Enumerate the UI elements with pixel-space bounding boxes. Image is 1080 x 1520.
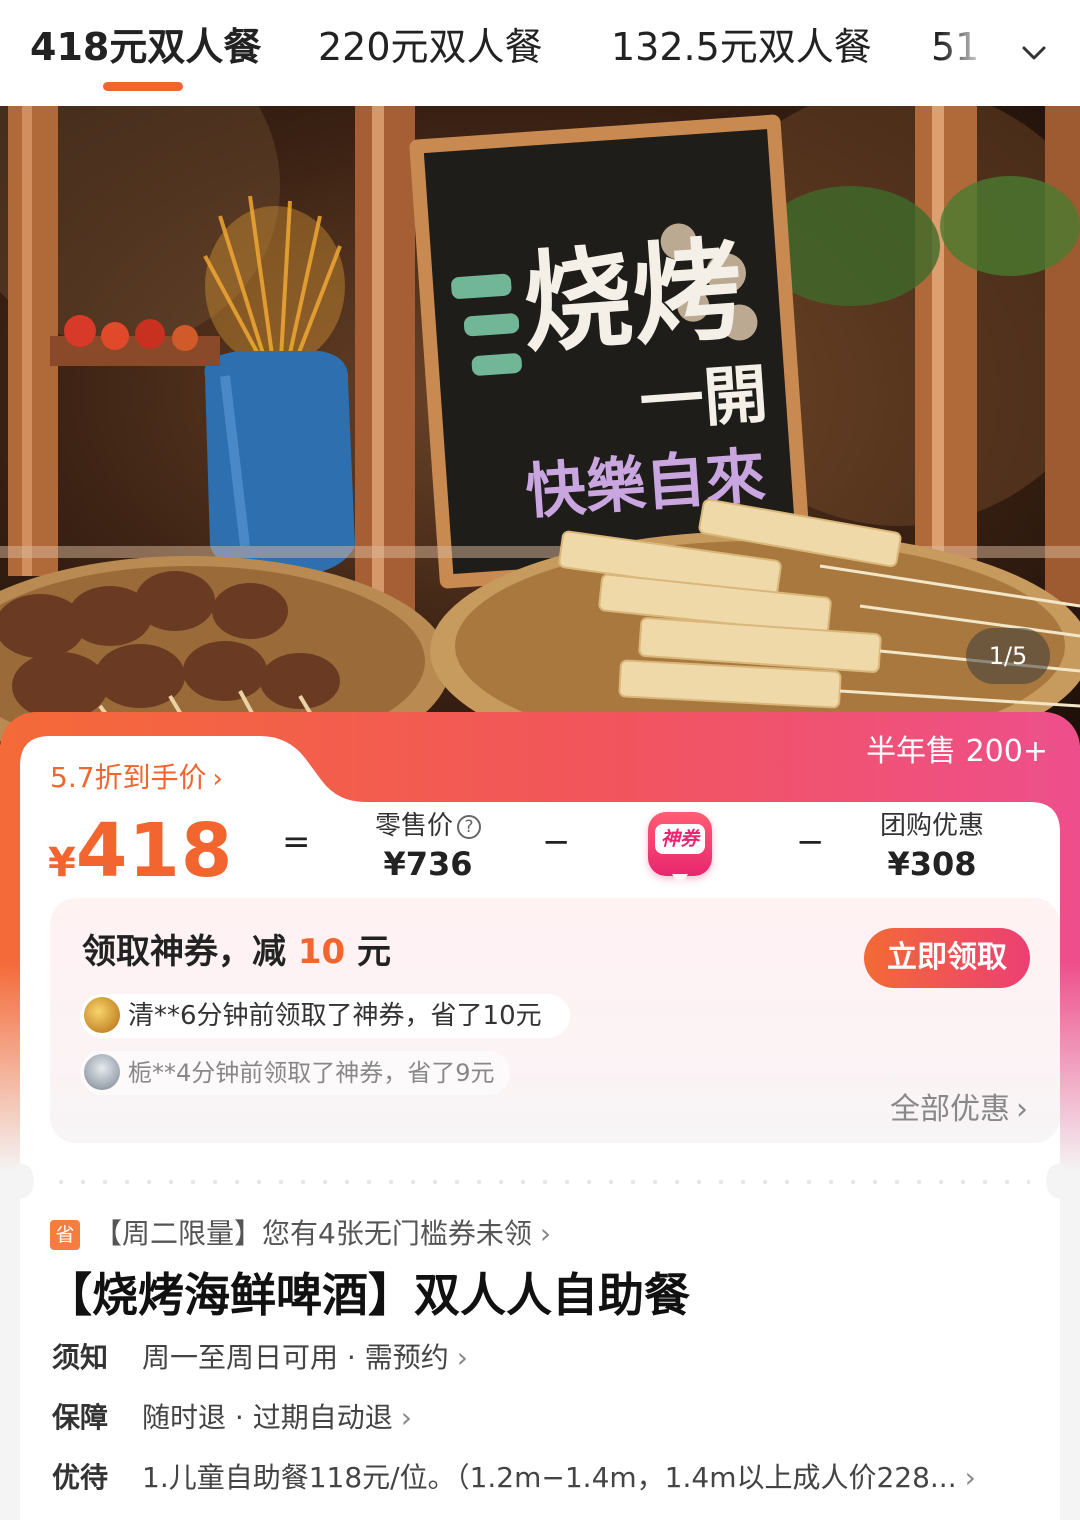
row-key: 优待: [52, 1461, 109, 1494]
dotted-divider: [50, 1180, 1030, 1184]
final-price: ¥418: [48, 808, 233, 894]
row-value: 1.儿童自助餐118元/位。（1.2m−1.4m，1.4m以上成人价228...: [142, 1461, 957, 1494]
guarantee-row[interactable]: 保障 随时退 · 过期自动退 ›: [52, 1398, 412, 1438]
save-tag-icon: 省: [50, 1220, 80, 1250]
minus-sign: −: [542, 822, 571, 862]
chevron-right-icon: ›: [212, 764, 223, 794]
package-tabs: 418元双人餐 220元双人餐 132.5元双人餐 518元双人餐: [0, 0, 1080, 106]
promo-coupon-link[interactable]: 省【周二限量】您有4张无门槛券未领 ›: [50, 1214, 551, 1254]
tab-132-package[interactable]: 132.5元双人餐: [611, 22, 872, 72]
group-discount-label: 团购优惠: [879, 811, 984, 841]
claim-feed-item: 清**6分钟前领取了神券，省了10元: [80, 994, 570, 1038]
ticket-notch: [1046, 1164, 1070, 1198]
coupon-title: 领取神券，减 10 元: [82, 924, 391, 973]
all-offers-link[interactable]: 全部优惠 ›: [890, 1084, 1028, 1128]
row-value: 随时退 · 过期自动退: [142, 1401, 393, 1434]
active-tab-indicator: [103, 82, 183, 91]
tab-220-package[interactable]: 220元双人餐: [318, 22, 543, 72]
claim-feed-item: 栀**4分钟前领取了神券，省了9元: [80, 1051, 510, 1095]
expand-tabs-button[interactable]: [990, 0, 1080, 106]
discount-label: 5.7折到手价: [50, 761, 207, 794]
final-price-value: 418: [75, 808, 234, 894]
user-avatar: [84, 1054, 120, 1090]
board-text-open: 一開: [637, 358, 770, 441]
promo-text: 【周二限量】您有4张无门槛券未领: [94, 1217, 532, 1250]
product-photo[interactable]: 烧烤 一開 快樂自來 1/5: [0, 106, 1080, 746]
minus-sign-2: −: [796, 822, 825, 862]
retail-price-label[interactable]: 零售价?: [372, 805, 484, 842]
ticket-notch: [10, 1164, 34, 1198]
all-offers-label: 全部优惠: [890, 1092, 1010, 1127]
claim-feed-text: 清**6分钟前领取了神券，省了10元: [128, 1001, 542, 1031]
coupon-title-prefix: 领取神券，减: [82, 932, 298, 972]
row-value: 周一至周日可用 · 需预约: [142, 1341, 449, 1374]
bbq-scene-illustration: 烧烤 一開 快樂自來: [0, 106, 1080, 746]
row-key: 须知: [52, 1341, 109, 1374]
user-avatar: [84, 996, 120, 1033]
retail-label-text: 零售价: [374, 811, 453, 841]
notice-row[interactable]: 须知 周一至周日可用 · 需预约 ›: [52, 1338, 468, 1378]
chevron-right-icon: ›: [539, 1217, 552, 1250]
discount-price-link[interactable]: 5.7折到手价 ›: [50, 758, 223, 799]
coupon-amount: 10: [297, 932, 346, 972]
row-key: 保障: [52, 1401, 109, 1434]
chevron-right-icon: ›: [456, 1341, 468, 1374]
group-discount-value: ¥308: [887, 845, 977, 883]
claim-feed-text: 栀**4分钟前领取了神券，省了9元: [128, 1059, 495, 1087]
coupon-badge-text: 神券: [655, 824, 705, 854]
currency-symbol: ¥: [48, 840, 76, 886]
chevron-right-icon: ›: [1016, 1092, 1028, 1127]
coupon-title-suffix: 元: [345, 932, 392, 972]
chevron-right-icon: ›: [964, 1461, 976, 1494]
chevron-right-icon: ›: [400, 1401, 412, 1434]
deal-title: 【烧烤海鲜啤酒】双人人自助餐: [46, 1268, 690, 1322]
equals-sign: =: [282, 822, 311, 862]
chevron-down-icon: [1022, 46, 1046, 60]
retail-price-value: ¥736: [383, 845, 473, 883]
benefit-row[interactable]: 优待 1.儿童自助餐118元/位。（1.2m−1.4m，1.4m以上成人价228.…: [52, 1458, 976, 1498]
image-counter: 1/5: [966, 628, 1050, 684]
tab-fade: [940, 0, 990, 106]
help-icon[interactable]: ?: [457, 815, 481, 839]
claim-coupon-button[interactable]: 立即领取: [864, 928, 1030, 988]
board-text-bbq: 烧烤: [518, 225, 746, 368]
tab-418-package[interactable]: 418元双人餐: [30, 22, 261, 72]
coupon-badge-icon: 神券: [648, 812, 712, 886]
